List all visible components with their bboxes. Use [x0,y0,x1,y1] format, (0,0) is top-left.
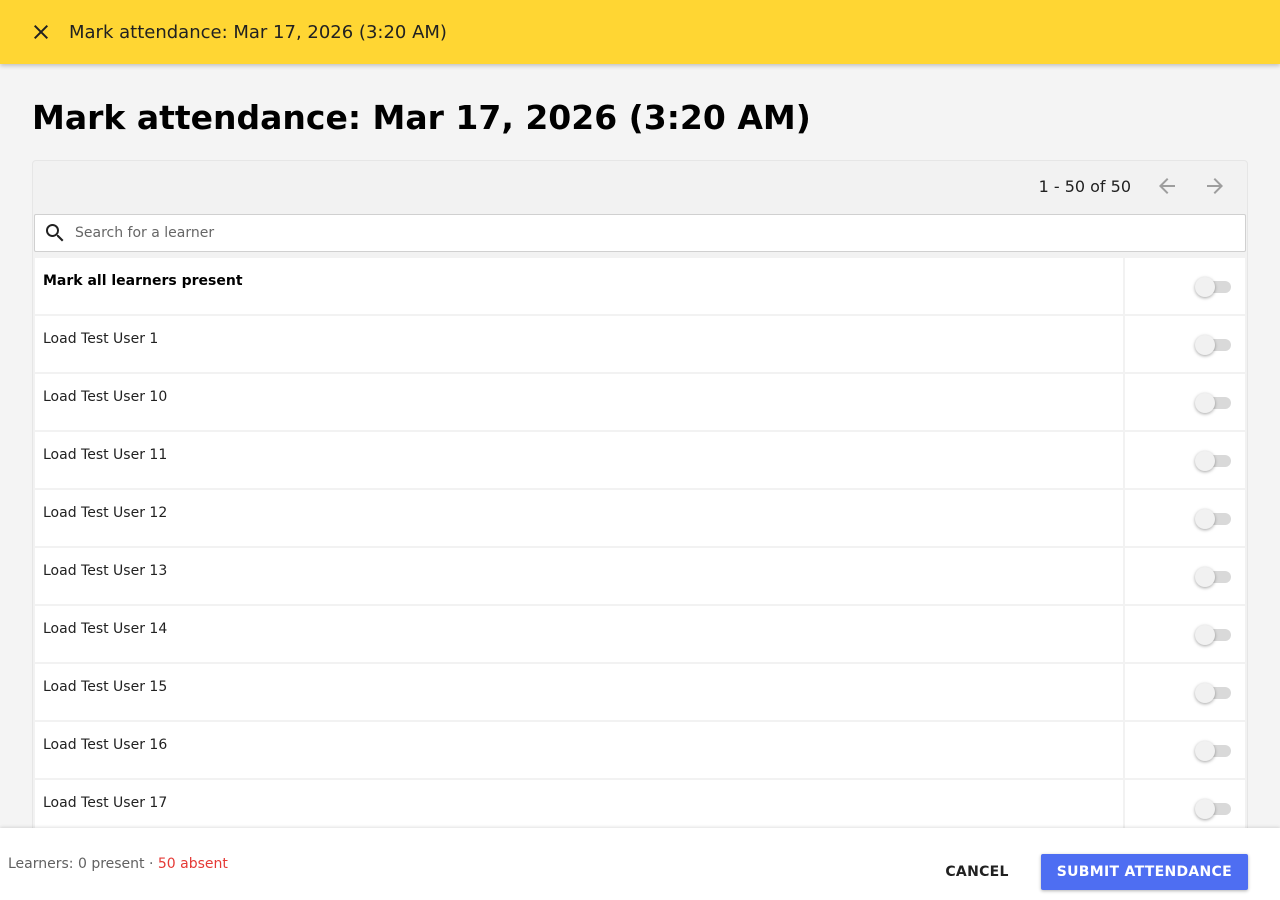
learner-row: Load Test User 1 [35,316,1245,374]
attendance-summary: Learners: 0 present · 50 absent [8,856,228,872]
mark-all-row: Mark all learners present [35,258,1245,316]
footer-bar: Learners: 0 present · 50 absent CANCEL S… [0,828,1280,900]
attendance-toggle[interactable] [1195,451,1231,471]
learner-list: Mark all learners present Load Test User… [35,258,1245,838]
learner-name: Load Test User 14 [35,606,1123,662]
app-bar: Mark attendance: Mar 17, 2026 (3:20 AM) [0,0,1280,64]
page-title: Mark attendance: Mar 17, 2026 (3:20 AM) [32,98,811,137]
mark-all-label: Mark all learners present [35,258,1123,314]
learner-row: Load Test User 14 [35,606,1245,664]
previous-page-button[interactable] [1143,162,1191,210]
learner-row: Load Test User 16 [35,722,1245,780]
attendance-toggle[interactable] [1195,683,1231,703]
learner-name: Load Test User 13 [35,548,1123,604]
mark-all-toggle[interactable] [1195,277,1231,297]
learner-name: Load Test User 16 [35,722,1123,778]
search-input[interactable] [75,218,1225,248]
arrow-left-icon [1159,178,1175,194]
learner-row: Load Test User 10 [35,374,1245,432]
submit-attendance-button[interactable]: SUBMIT ATTENDANCE [1040,854,1248,890]
learner-name: Load Test User 15 [35,664,1123,720]
attendance-toggle[interactable] [1195,625,1231,645]
attendance-card: 1 - 50 of 50 Mark all learners present [32,160,1248,860]
attendance-toggle[interactable] [1195,741,1231,761]
learner-row: Load Test User 13 [35,548,1245,606]
pagination-range: 1 - 50 of 50 [1038,176,1131,196]
arrow-right-icon [1207,178,1223,194]
search-box [34,214,1246,252]
learner-row: Load Test User 15 [35,664,1245,722]
learner-row: Load Test User 12 [35,490,1245,548]
present-count: Learners: 0 present · [8,856,158,872]
search-icon [46,224,64,242]
learner-name: Load Test User 1 [35,316,1123,372]
absent-count: 50 absent [157,856,228,872]
attendance-toggle[interactable] [1195,393,1231,413]
close-icon [34,25,48,39]
learner-row: Load Test User 11 [35,432,1245,490]
attendance-toggle[interactable] [1195,509,1231,529]
close-button[interactable] [17,8,65,56]
app-bar-title: Mark attendance: Mar 17, 2026 (3:20 AM) [69,21,447,43]
attendance-toggle[interactable] [1195,567,1231,587]
next-page-button[interactable] [1191,162,1239,210]
learner-name: Load Test User 12 [35,490,1123,546]
learner-name: Load Test User 10 [35,374,1123,430]
learner-name: Load Test User 11 [35,432,1123,488]
attendance-toggle[interactable] [1195,799,1231,819]
cancel-button[interactable]: CANCEL [929,854,1024,890]
attendance-toggle[interactable] [1195,335,1231,355]
pagination: 1 - 50 of 50 [1039,161,1247,211]
